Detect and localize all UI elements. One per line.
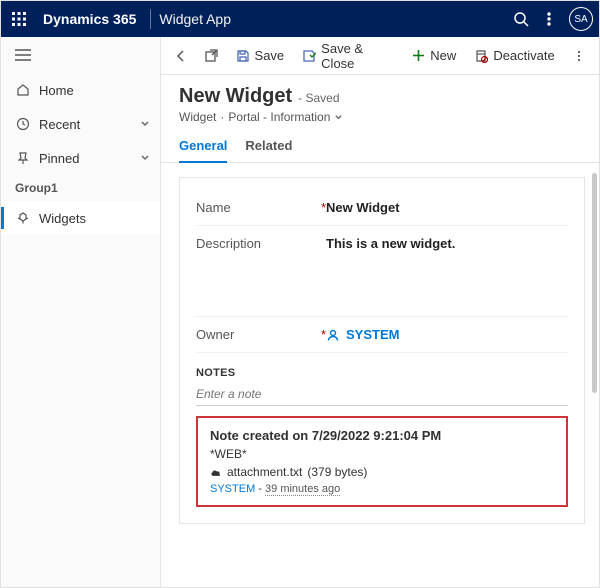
search-icon[interactable] xyxy=(507,5,535,33)
field-value-description[interactable]: This is a new widget. xyxy=(326,236,568,306)
field-value-name[interactable]: New Widget xyxy=(326,200,568,215)
home-icon xyxy=(15,83,31,97)
deactivate-icon xyxy=(474,49,488,63)
attachment-size: (379 bytes) xyxy=(307,465,367,479)
command-label: Deactivate xyxy=(493,48,554,63)
field-label: Owner xyxy=(196,327,234,342)
field-description: Description This is a new widget. xyxy=(196,226,568,317)
save-button[interactable]: Save xyxy=(228,41,293,71)
person-icon xyxy=(326,328,340,342)
note-attachment[interactable]: attachment.txt (379 bytes) xyxy=(210,465,554,479)
tab-related[interactable]: Related xyxy=(245,138,292,162)
record-title: New Widget xyxy=(179,85,292,108)
note-input[interactable] xyxy=(196,383,568,406)
owner-value: SYSTEM xyxy=(346,327,399,342)
record-entity: Widget xyxy=(179,110,216,124)
brand-name: Dynamics 365 xyxy=(37,11,142,27)
tab-general[interactable]: General xyxy=(179,138,227,163)
record-form[interactable]: Portal - Information xyxy=(228,110,330,124)
open-new-window-icon[interactable] xyxy=(197,41,225,71)
deactivate-button[interactable]: Deactivate xyxy=(466,41,562,71)
chevron-down-icon xyxy=(140,119,150,129)
pin-icon xyxy=(15,151,31,165)
save-close-button[interactable]: Save & Close xyxy=(294,41,402,71)
record-save-status: - Saved xyxy=(298,91,339,105)
sidebar: Home Recent Pinned Group1 Widgets xyxy=(1,37,161,587)
app-root: Dynamics 365 Widget App SA Home Recent xyxy=(0,0,600,588)
hamburger-icon[interactable] xyxy=(1,37,160,73)
new-button[interactable]: New xyxy=(404,41,464,71)
command-label: New xyxy=(430,48,456,63)
body: Home Recent Pinned Group1 Widgets xyxy=(1,37,599,587)
save-icon xyxy=(236,49,250,63)
user-initials: SA xyxy=(574,14,587,25)
sidebar-item-label: Pinned xyxy=(39,151,79,166)
field-owner: Owner * SYSTEM xyxy=(196,317,568,353)
sidebar-item-pinned[interactable]: Pinned xyxy=(1,141,160,175)
topbar-divider xyxy=(150,9,151,29)
record-header: New Widget - Saved Widget · Portal - Inf… xyxy=(161,75,599,130)
topbar-more-icon[interactable] xyxy=(535,5,563,33)
form-scroll[interactable]: Name * New Widget Description This is a … xyxy=(161,163,599,587)
note-timeago: 39 minutes ago xyxy=(265,483,340,496)
scrollbar[interactable] xyxy=(592,173,597,393)
app-name[interactable]: Widget App xyxy=(159,11,231,27)
sidebar-item-label: Home xyxy=(39,83,74,98)
sidebar-item-recent[interactable]: Recent xyxy=(1,107,160,141)
command-overflow-icon[interactable] xyxy=(565,41,593,71)
attachment-name: attachment.txt xyxy=(227,465,302,479)
field-name: Name * New Widget xyxy=(196,190,568,226)
user-avatar[interactable]: SA xyxy=(569,7,593,31)
sidebar-item-label: Recent xyxy=(39,117,80,132)
attachment-icon xyxy=(210,467,222,478)
back-button[interactable] xyxy=(167,41,195,71)
command-bar: Save Save & Close New Deactivate xyxy=(161,37,599,75)
form-card: Name * New Widget Description This is a … xyxy=(179,177,585,524)
notes-heading: NOTES xyxy=(196,367,568,379)
sidebar-item-widgets[interactable]: Widgets xyxy=(1,201,160,235)
content: Save Save & Close New Deactivate xyxy=(161,37,599,587)
note-body: *WEB* xyxy=(210,447,554,461)
sidebar-group-label: Group1 xyxy=(1,175,160,201)
save-close-icon xyxy=(302,49,316,63)
app-launcher-icon[interactable] xyxy=(7,7,31,31)
command-label: Save & Close xyxy=(321,41,394,71)
note-author[interactable]: SYSTEM xyxy=(210,483,255,495)
plus-icon xyxy=(412,49,425,62)
command-label: Save xyxy=(255,48,285,63)
global-topbar: Dynamics 365 Widget App SA xyxy=(1,1,599,37)
field-label: Description xyxy=(196,236,261,251)
form-tabs: General Related xyxy=(161,130,599,163)
record-breadcrumb: Widget · Portal - Information xyxy=(179,110,581,124)
note-title: Note created on 7/29/2022 9:21:04 PM xyxy=(210,428,554,443)
note-highlighted: Note created on 7/29/2022 9:21:04 PM *WE… xyxy=(196,416,568,507)
chevron-down-icon xyxy=(140,153,150,163)
note-meta: SYSTEM - 39 minutes ago xyxy=(210,483,554,495)
field-label: Name xyxy=(196,200,231,215)
sidebar-item-label: Widgets xyxy=(39,211,86,226)
clock-icon xyxy=(15,117,31,131)
chevron-down-icon xyxy=(334,113,343,122)
sidebar-item-home[interactable]: Home xyxy=(1,73,160,107)
entity-icon xyxy=(15,211,31,225)
owner-lookup[interactable]: SYSTEM xyxy=(326,327,568,342)
